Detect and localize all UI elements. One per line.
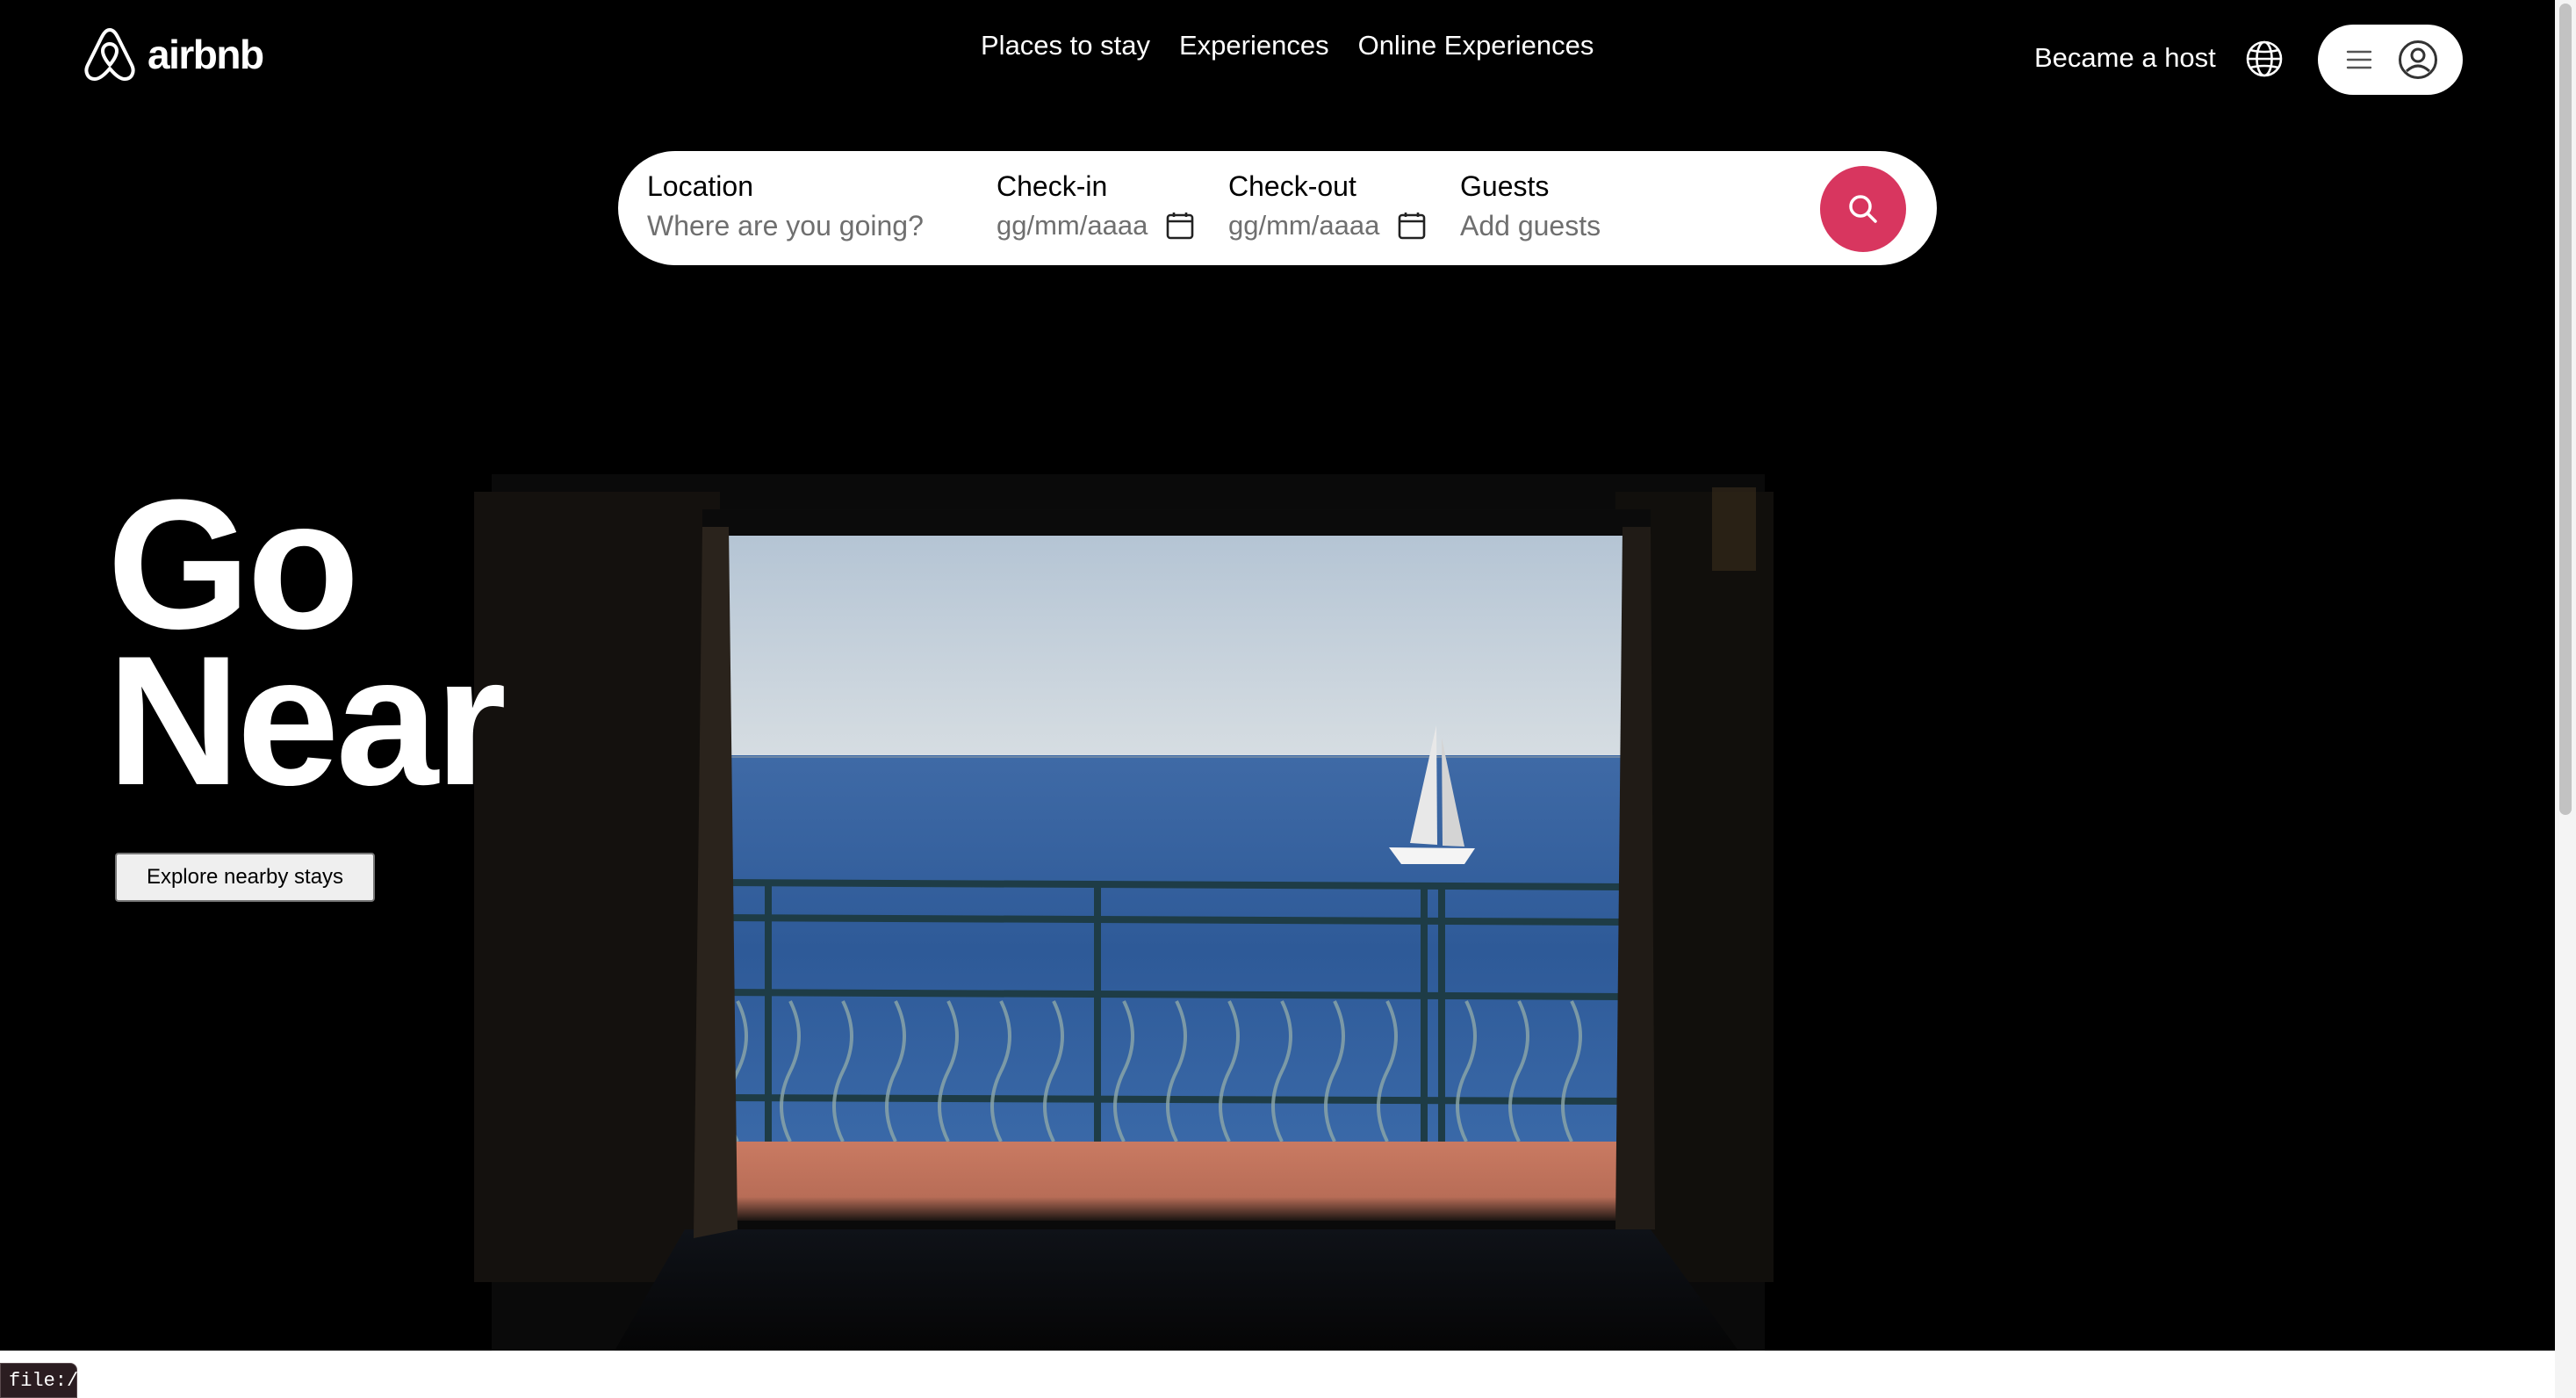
status-bar-url: file:/// xyxy=(0,1363,102,1398)
guests-input[interactable] xyxy=(1460,210,1688,242)
checkout-field[interactable]: Check-out gg/mm/aaaa xyxy=(1228,170,1427,241)
checkin-field[interactable]: Check-in gg/mm/aaaa xyxy=(997,170,1195,241)
checkout-label: Check-out xyxy=(1228,170,1356,202)
location-field[interactable]: Location xyxy=(647,170,963,242)
location-label: Location xyxy=(647,170,753,202)
search-button[interactable] xyxy=(1820,166,1906,252)
explore-nearby-button[interactable]: Explore nearby stays xyxy=(115,853,375,902)
search-bar: Location Check-in gg/mm/aaaa Check-out xyxy=(618,151,1937,265)
location-input[interactable] xyxy=(647,210,963,242)
checkin-label: Check-in xyxy=(997,170,1108,202)
nav-places-to-stay[interactable]: Places to stay xyxy=(981,30,1150,61)
checkout-date-input[interactable]: gg/mm/aaaa xyxy=(1228,210,1379,241)
airbnb-wordmark: airbnb xyxy=(148,32,264,77)
language-button[interactable] xyxy=(2245,40,2284,78)
guests-field[interactable]: Guests xyxy=(1460,170,1688,242)
nav-online-experiences[interactable]: Online Experiences xyxy=(1358,30,1594,61)
airbnb-logo[interactable]: airbnb xyxy=(83,26,264,83)
become-host-link[interactable]: Became a host xyxy=(2034,42,2216,74)
user-avatar-icon xyxy=(2399,40,2437,79)
airbnb-logo-icon xyxy=(84,28,135,81)
main-nav: Places to stay Experiences Online Experi… xyxy=(981,30,1594,61)
page: airbnb Places to stay Experiences Online… xyxy=(0,0,2576,1398)
hero-title: Go Near xyxy=(107,472,507,824)
globe-icon xyxy=(2246,40,2283,77)
search-icon xyxy=(1849,195,1877,223)
scrollbar-thumb[interactable] xyxy=(2559,4,2572,815)
hero-title-line-2: Near xyxy=(107,617,507,824)
calendar-icon[interactable] xyxy=(1397,211,1427,241)
calendar-icon[interactable] xyxy=(1165,211,1195,241)
guests-label: Guests xyxy=(1460,170,1550,202)
hamburger-menu-icon xyxy=(2346,50,2372,69)
user-menu-button[interactable] xyxy=(2318,25,2463,95)
checkin-date-input[interactable]: gg/mm/aaaa xyxy=(997,210,1148,241)
nav-experiences[interactable]: Experiences xyxy=(1179,30,1329,61)
